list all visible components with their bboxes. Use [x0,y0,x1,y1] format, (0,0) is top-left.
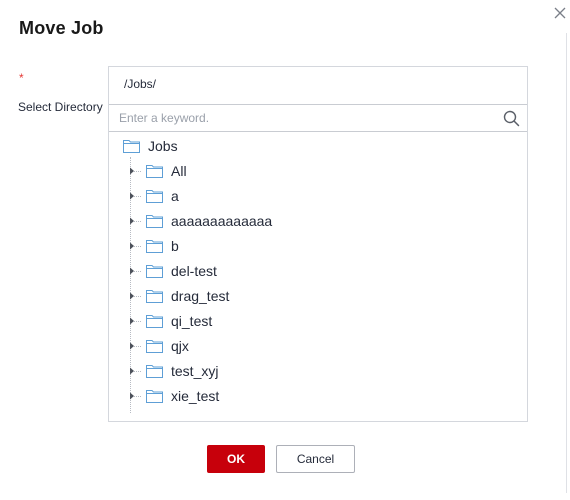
tree-node-test-xyj[interactable]: test_xyj [128,360,218,382]
move-job-dialog: Move Job * Select Directory /Jobs/ Jobs [0,0,570,500]
tree-node-qi-test[interactable]: qi_test [128,310,212,332]
folder-icon [123,140,140,153]
tree-root-jobs[interactable]: Jobs [123,135,178,157]
folder-icon [146,340,163,353]
tree-node-label: All [171,163,187,179]
cancel-button[interactable]: Cancel [276,445,355,473]
folder-icon [146,290,163,303]
tree-node-qjx[interactable]: qjx [128,335,189,357]
tree-node-label: b [171,238,179,254]
directory-panel: /Jobs/ Jobs Allaaaaaaaaaaaaaabdel-testdr… [108,66,528,422]
folder-icon [146,215,163,228]
search-bar [109,104,527,132]
caret-right-icon[interactable] [128,316,136,326]
folder-icon [146,365,163,378]
tree-node-label: del-test [171,263,217,279]
tree-node-label: qi_test [171,313,213,329]
caret-right-icon[interactable] [128,266,136,276]
select-directory-label: Select Directory [18,100,103,114]
folder-icon [146,265,163,278]
caret-right-icon[interactable] [128,191,136,201]
dialog-title: Move Job [19,18,104,38]
tree-node-aaaaaaaaaaaaa[interactable]: aaaaaaaaaaaaa [128,210,272,232]
caret-right-icon[interactable] [128,166,136,176]
folder-icon [146,390,163,403]
tree-node-all[interactable]: All [128,160,187,182]
tree-node-label: drag_test [171,288,230,304]
caret-right-icon[interactable] [128,341,136,351]
ok-button[interactable]: OK [207,445,265,473]
required-mark: * [19,71,24,85]
tree-node-label: a [171,188,179,204]
caret-right-icon[interactable] [128,366,136,376]
tree-node-label: xie_test [171,388,220,404]
tree-node-label: aaaaaaaaaaaaa [171,213,273,229]
tree-node-label: Jobs [148,138,178,154]
tree-node-label: qjx [171,338,189,354]
scrollbar-track[interactable] [566,33,567,493]
caret-right-icon[interactable] [128,391,136,401]
folder-icon [146,165,163,178]
folder-icon [146,240,163,253]
tree-node-a[interactable]: a [128,185,179,207]
caret-right-icon[interactable] [128,241,136,251]
caret-right-icon[interactable] [128,216,136,226]
caret-right-icon[interactable] [128,291,136,301]
tree-node-drag-test[interactable]: drag_test [128,285,229,307]
folder-icon [146,190,163,203]
search-icon[interactable] [503,110,520,127]
close-icon[interactable] [553,6,567,20]
tree-node-b[interactable]: b [128,235,179,257]
tree-node-label: test_xyj [171,363,219,379]
tree-node-xie-test[interactable]: xie_test [128,385,219,407]
search-input[interactable] [109,105,489,131]
current-path: /Jobs/ [124,77,157,91]
tree-node-del-test[interactable]: del-test [128,260,217,282]
folder-icon [146,315,163,328]
